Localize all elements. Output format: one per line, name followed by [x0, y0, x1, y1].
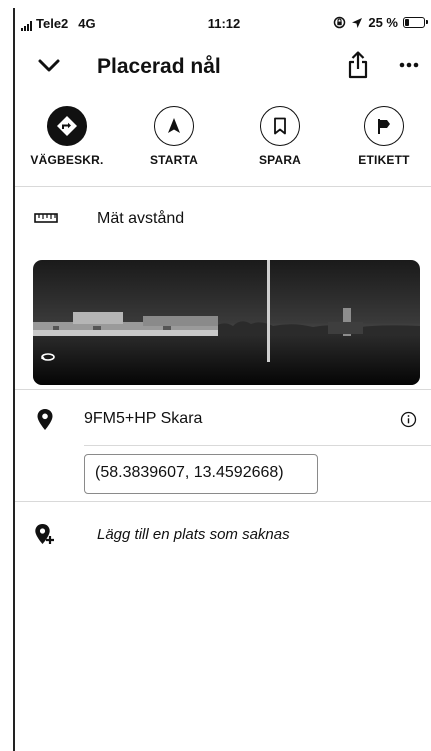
measure-distance-label: Mät avstånd	[97, 210, 185, 227]
place-header: Placerad nål	[15, 42, 431, 92]
flag-icon	[364, 106, 404, 146]
start-label: STARTA	[149, 153, 199, 167]
street-view-image	[33, 260, 420, 385]
label-button[interactable]: ETIKETT	[339, 106, 429, 167]
plus-code-row[interactable]: 9FM5+HP Skara	[15, 409, 431, 438]
add-location-icon	[35, 524, 54, 544]
start-button[interactable]: STARTA	[129, 106, 219, 167]
phone-screen: Tele2 4G 11:12 25 % Placerad nål VÄGBESK…	[13, 8, 431, 751]
location-arrow-icon	[352, 17, 363, 28]
divider	[15, 389, 431, 390]
add-missing-place-label: Lägg till en plats som saknas	[97, 526, 290, 543]
directions-icon	[47, 106, 87, 146]
chevron-down-icon[interactable]	[35, 52, 63, 80]
share-icon[interactable]	[345, 50, 371, 80]
bookmark-icon	[260, 106, 300, 146]
navigation-arrow-icon	[154, 106, 194, 146]
plus-code-label: 9FM5+HP Skara	[84, 410, 203, 427]
coordinates-field[interactable]: (58.3839607, 13.4592668)	[84, 454, 318, 494]
info-icon[interactable]	[400, 411, 417, 428]
more-horizontal-icon[interactable]	[396, 52, 422, 78]
directions-button[interactable]: VÄGBESKR.	[22, 106, 112, 167]
status-right: 25 %	[333, 15, 428, 30]
save-label: SPARA	[258, 153, 302, 167]
action-bar: VÄGBESKR. STARTA SPARA ETIKETT	[15, 106, 431, 186]
divider	[15, 501, 431, 502]
street-view-photo[interactable]	[33, 260, 420, 385]
ruler-icon	[34, 213, 58, 223]
battery-icon	[403, 17, 428, 28]
save-button[interactable]: SPARA	[235, 106, 325, 167]
directions-label: VÄGBESKR.	[30, 153, 104, 167]
page-title: Placerad nål	[97, 55, 221, 78]
measure-distance-row[interactable]: Mät avstånd	[15, 210, 431, 240]
divider	[84, 445, 431, 446]
divider	[15, 186, 431, 187]
battery-fill	[405, 19, 409, 26]
battery-percent: 25 %	[368, 15, 398, 30]
status-bar: Tele2 4G 11:12 25 %	[15, 8, 431, 34]
orientation-lock-icon	[334, 16, 346, 29]
label-label: ETIKETT	[358, 153, 410, 167]
add-missing-place-row[interactable]: Lägg till en plats som saknas	[15, 524, 431, 556]
location-pin-icon	[37, 409, 53, 430]
